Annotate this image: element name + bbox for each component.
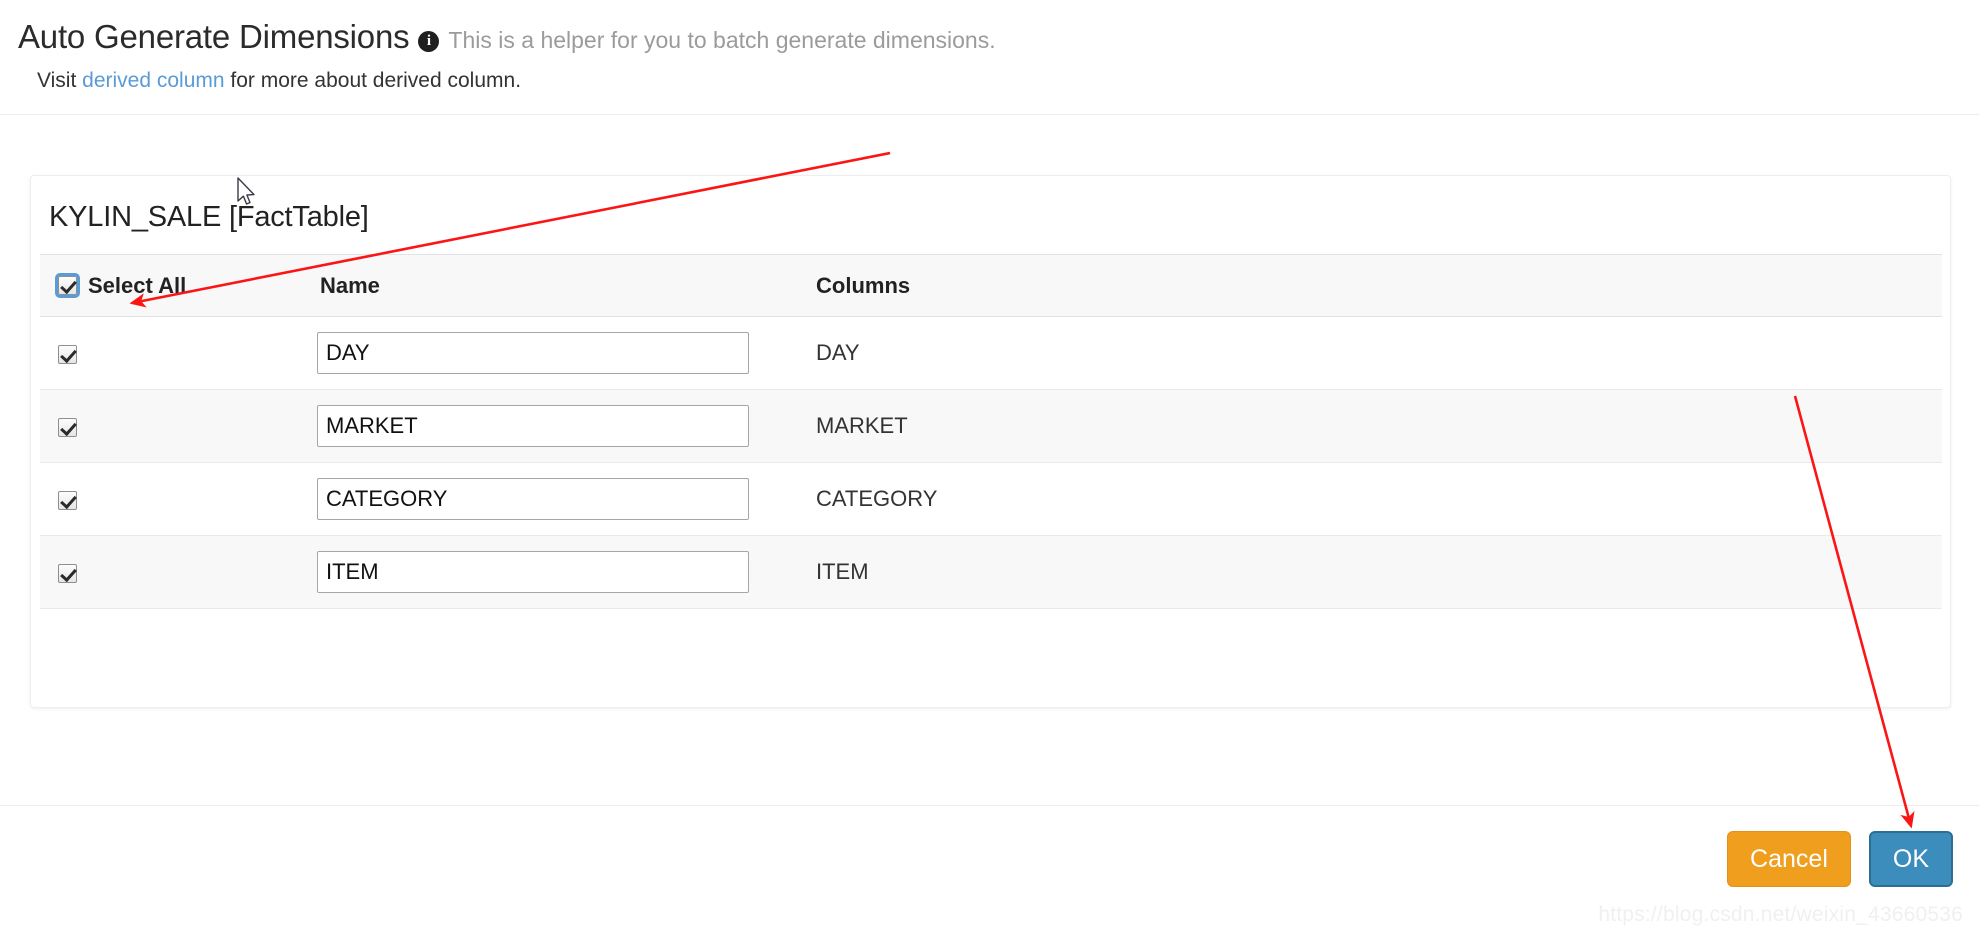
visit-prefix: Visit [37, 69, 83, 92]
table-head: Select All Name Columns [40, 254, 1942, 317]
table-row: ITEM [40, 535, 1942, 609]
page-root: Auto Generate Dimensions i This is a hel… [0, 0, 1979, 932]
row-checkbox[interactable] [58, 563, 77, 583]
dimensions-table: Select All Name Columns DAYMARKETCATEGOR… [40, 254, 1942, 609]
dimension-name-input[interactable] [317, 332, 749, 374]
row-cell-name [302, 389, 798, 463]
footer-divider [0, 805, 1979, 806]
header-cell-name: Name [302, 254, 798, 317]
visit-suffix: for more about derived column. [224, 69, 522, 92]
row-cell-column: ITEM [798, 535, 1942, 609]
row-cell-checkbox [40, 389, 302, 463]
dimension-name-input[interactable] [317, 478, 749, 520]
dimension-name-input[interactable] [317, 551, 749, 593]
table-body: DAYMARKETCATEGORYITEM [40, 316, 1942, 609]
table-row: MARKET [40, 389, 1942, 463]
header-divider [0, 114, 1979, 115]
page-title: Auto Generate Dimensions [18, 18, 410, 55]
title-row: Auto Generate Dimensions i This is a hel… [18, 18, 1979, 56]
row-cell-checkbox [40, 535, 302, 609]
mouse-cursor-icon [237, 177, 255, 205]
row-cell-name [302, 535, 798, 609]
page-header: Auto Generate Dimensions i This is a hel… [0, 0, 1979, 93]
info-circle-icon[interactable]: i [418, 31, 440, 52]
ok-button[interactable]: OK [1868, 831, 1953, 887]
row-cell-column: MARKET [798, 389, 1942, 463]
row-cell-column: CATEGORY [798, 462, 1942, 536]
panel-title: KYLIN_SALE [FactTable] [49, 201, 369, 233]
row-cell-name [302, 316, 798, 390]
row-checkbox[interactable] [58, 344, 77, 364]
row-checkbox[interactable] [58, 417, 77, 437]
derived-column-hint: Visit derived column for more about deri… [37, 69, 1979, 93]
fact-table-panel: KYLIN_SALE [FactTable] Select All Name C [30, 175, 1951, 708]
header-cell-columns: Columns [798, 254, 1942, 317]
row-checkbox[interactable] [58, 490, 77, 510]
watermark-text: https://blog.csdn.net/weixin_43660536 [1598, 903, 1963, 926]
row-cell-checkbox [40, 316, 302, 390]
row-cell-name [302, 462, 798, 536]
table-row: CATEGORY [40, 462, 1942, 536]
header-cell-select-all: Select All [40, 254, 302, 317]
select-all-label[interactable]: Select All [88, 273, 186, 299]
dimension-name-input[interactable] [317, 405, 749, 447]
select-all-checkbox[interactable] [55, 273, 80, 298]
row-cell-column: DAY [798, 316, 1942, 390]
table-row: DAY [40, 316, 1942, 390]
helper-text: This is a helper for you to batch genera… [448, 27, 996, 53]
row-cell-checkbox [40, 462, 302, 536]
cancel-button[interactable]: Cancel [1727, 831, 1851, 887]
table-header-row: Select All Name Columns [40, 254, 1942, 317]
derived-column-link[interactable]: derived column [82, 69, 224, 92]
footer-actions: Cancel OK [1727, 831, 1953, 887]
